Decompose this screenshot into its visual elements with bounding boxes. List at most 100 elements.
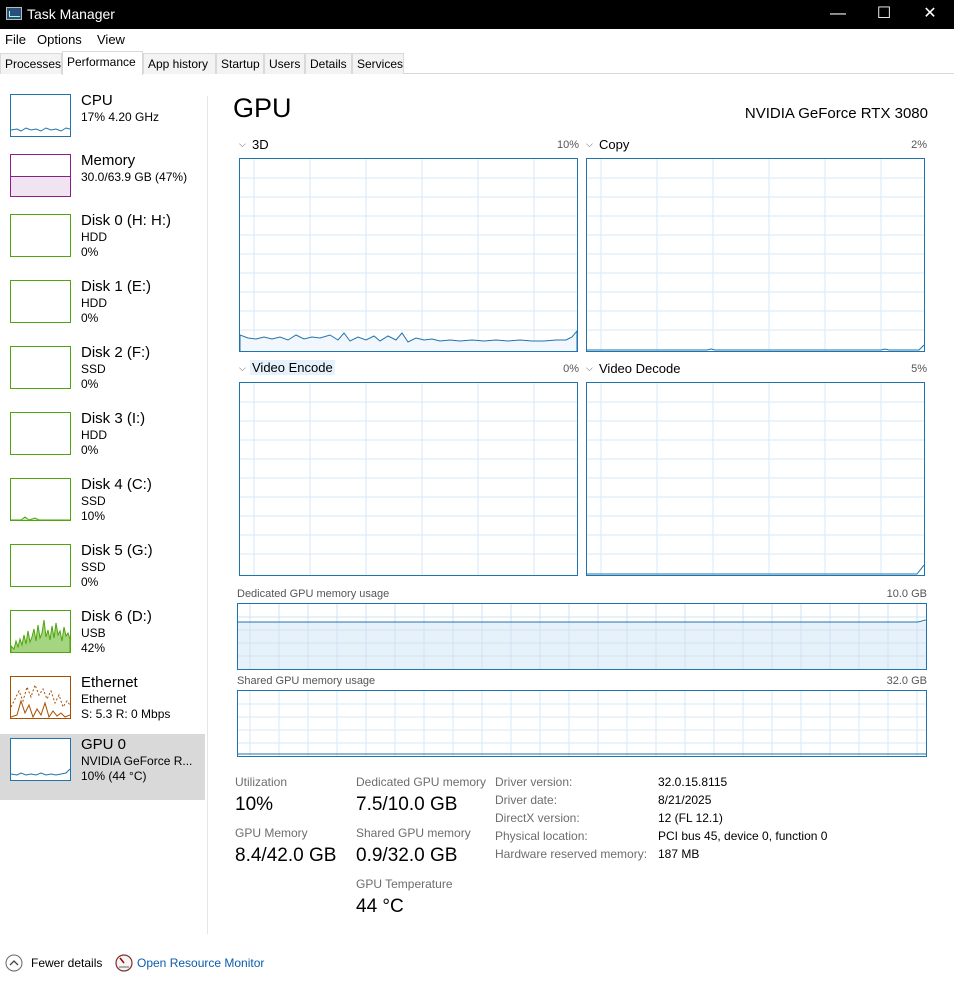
graph-3d — [239, 158, 578, 352]
sidebar-item-type: SSD — [81, 494, 106, 508]
tab-details[interactable]: Details — [305, 53, 352, 74]
disk-thumbnail-graph — [10, 280, 71, 323]
sidebar-item-type: SSD — [81, 560, 106, 574]
gpu-memory-label: GPU Memory — [235, 826, 308, 840]
shared-memory-label: Shared GPU memory — [356, 826, 471, 840]
hardware-reserved-memory-label: Hardware reserved memory: — [495, 847, 648, 861]
physical-location-value: PCI bus 45, device 0, function 0 — [658, 829, 828, 843]
tab-performance[interactable]: Performance — [62, 51, 143, 75]
shared-memory-graph-label: Shared GPU memory usage — [237, 675, 376, 687]
title-bar: Task Manager — ☐ ✕ — [0, 0, 954, 29]
sidebar-item-usage: 0% — [81, 245, 99, 259]
fewer-details-button[interactable]: Fewer details — [31, 956, 102, 970]
sidebar-item-label: CPU — [81, 92, 113, 109]
sidebar-item-usage: 0% — [81, 311, 99, 325]
resource-sidebar: CPU 17% 4.20 GHz Memory 30.0/63.9 GB (47… — [0, 90, 206, 808]
engine-selector-3d[interactable]: 3D — [252, 137, 269, 152]
sidebar-item-disk-6[interactable]: Disk 6 (D:) USB 42% — [0, 606, 205, 672]
sidebar-item-label: GPU 0 — [81, 736, 127, 753]
tab-startup[interactable]: Startup — [216, 53, 264, 74]
task-manager-icon — [6, 7, 22, 20]
sidebar-item-disk-0[interactable]: Disk 0 (H: H:) HDD 0% — [0, 210, 205, 276]
menu-options[interactable]: Options — [37, 32, 82, 47]
sidebar-item-ethernet[interactable]: Ethernet Ethernet S: 5.3 R: 0 Mbps — [0, 672, 205, 738]
driver-version-label: Driver version: — [495, 775, 573, 789]
utilization-label: Utilization — [235, 775, 288, 789]
menu-file[interactable]: File — [5, 32, 26, 47]
menu-view[interactable]: View — [97, 32, 125, 47]
engine-percent-3d: 10% — [556, 139, 579, 151]
sidebar-item-label: Disk 3 (I:) — [81, 410, 146, 427]
tab-processes[interactable]: Processes — [0, 53, 62, 74]
shared-memory-graph-max: 32.0 GB — [886, 675, 927, 687]
tab-services[interactable]: Services — [352, 53, 404, 74]
memory-thumbnail-graph — [10, 154, 71, 197]
dedicated-memory-label: Dedicated GPU memory — [356, 775, 487, 789]
minimize-button[interactable]: — — [815, 0, 861, 29]
utilization-value: 10% — [235, 794, 274, 815]
sidebar-item-disk-5[interactable]: Disk 5 (G:) SSD 0% — [0, 540, 205, 606]
graph-copy — [586, 158, 925, 352]
sidebar-item-disk-3[interactable]: Disk 3 (I:) HDD 0% — [0, 408, 205, 474]
sidebar-item-adapter: Ethernet — [81, 692, 127, 706]
sidebar-item-label: Disk 2 (F:) — [81, 344, 151, 361]
sidebar-item-usage: 10% — [81, 509, 106, 523]
sidebar-item-label: Ethernet — [81, 674, 138, 691]
engine-selector-video-encode[interactable]: Video Encode — [250, 360, 335, 375]
disk-thumbnail-graph — [10, 412, 71, 455]
cpu-thumbnail-graph — [10, 94, 71, 137]
sidebar-item-memory[interactable]: Memory 30.0/63.9 GB (47%) — [0, 150, 205, 216]
resource-monitor-icon — [115, 954, 133, 977]
sidebar-item-disk-4[interactable]: Disk 4 (C:) SSD 10% — [0, 474, 205, 540]
engine-percent-video-decode: 5% — [911, 363, 927, 375]
engine-selector-copy[interactable]: Copy — [599, 137, 629, 152]
maximize-button[interactable]: ☐ — [861, 0, 907, 29]
disk-thumbnail-graph — [10, 214, 71, 257]
sidebar-item-usage: 42% — [81, 641, 106, 655]
chevron-down-icon[interactable]: ⌵ — [239, 363, 246, 374]
tab-app-history[interactable]: App history — [143, 53, 216, 74]
pane-divider[interactable] — [207, 96, 208, 934]
sidebar-item-label: Disk 6 (D:) — [81, 608, 152, 625]
sidebar-item-detail: 30.0/63.9 GB (47%) — [81, 170, 188, 184]
sidebar-item-usage: 0% — [81, 575, 99, 589]
sidebar-item-model: NVIDIA GeForce R... — [81, 754, 193, 768]
dedicated-memory-graph-label: Dedicated GPU memory usage — [237, 588, 390, 600]
hardware-reserved-memory-value: 187 MB — [658, 847, 700, 861]
sidebar-item-detail: 17% 4.20 GHz — [81, 110, 160, 124]
sidebar-item-type: SSD — [81, 362, 106, 376]
gpu-memory-value: 8.4/42.0 GB — [235, 845, 337, 866]
sidebar-item-type: HDD — [81, 296, 107, 310]
physical-location-label: Physical location: — [495, 829, 588, 843]
directx-version-label: DirectX version: — [495, 811, 580, 825]
open-resource-monitor-link[interactable]: Open Resource Monitor — [137, 956, 264, 970]
sidebar-item-throughput: S: 5.3 R: 0 Mbps — [81, 707, 171, 721]
dedicated-memory-graph-max: 10.0 GB — [886, 588, 927, 600]
sidebar-item-label: Disk 4 (C:) — [81, 476, 152, 493]
chevron-down-icon[interactable]: ⌵ — [586, 363, 593, 374]
sidebar-item-gpu-0[interactable]: GPU 0 NVIDIA GeForce R... 10% (44 °C) — [0, 734, 205, 800]
chevron-down-icon[interactable]: ⌵ — [239, 139, 246, 150]
sidebar-item-label: Disk 5 (G:) — [81, 542, 153, 559]
ethernet-thumbnail-graph — [10, 676, 71, 719]
dedicated-memory-value: 7.5/10.0 GB — [356, 794, 458, 815]
engine-selector-video-decode[interactable]: Video Decode — [599, 361, 680, 376]
sidebar-item-label: Memory — [81, 152, 136, 169]
chevron-down-icon[interactable]: ⌵ — [586, 139, 593, 150]
menu-bar: File Options View — [0, 29, 954, 51]
tab-bar: Processes Performance App history Startu… — [0, 51, 954, 75]
chevron-up-circle-icon[interactable] — [5, 954, 23, 977]
sidebar-item-cpu[interactable]: CPU 17% 4.20 GHz — [0, 90, 205, 156]
engine-percent-video-encode: 0% — [563, 363, 579, 375]
disk-thumbnail-graph — [10, 544, 71, 587]
driver-date-label: Driver date: — [495, 793, 558, 807]
gpu-model-name: NVIDIA GeForce RTX 3080 — [744, 105, 928, 122]
sidebar-item-label: Disk 0 (H: H:) — [81, 212, 171, 229]
sidebar-item-usage: 0% — [81, 443, 99, 457]
close-button[interactable]: ✕ — [907, 0, 953, 29]
shared-memory-graph — [237, 690, 927, 757]
sidebar-item-disk-1[interactable]: Disk 1 (E:) HDD 0% — [0, 276, 205, 342]
sidebar-item-disk-2[interactable]: Disk 2 (F:) SSD 0% — [0, 342, 205, 408]
shared-memory-value: 0.9/32.0 GB — [356, 845, 458, 866]
tab-users[interactable]: Users — [264, 53, 305, 74]
